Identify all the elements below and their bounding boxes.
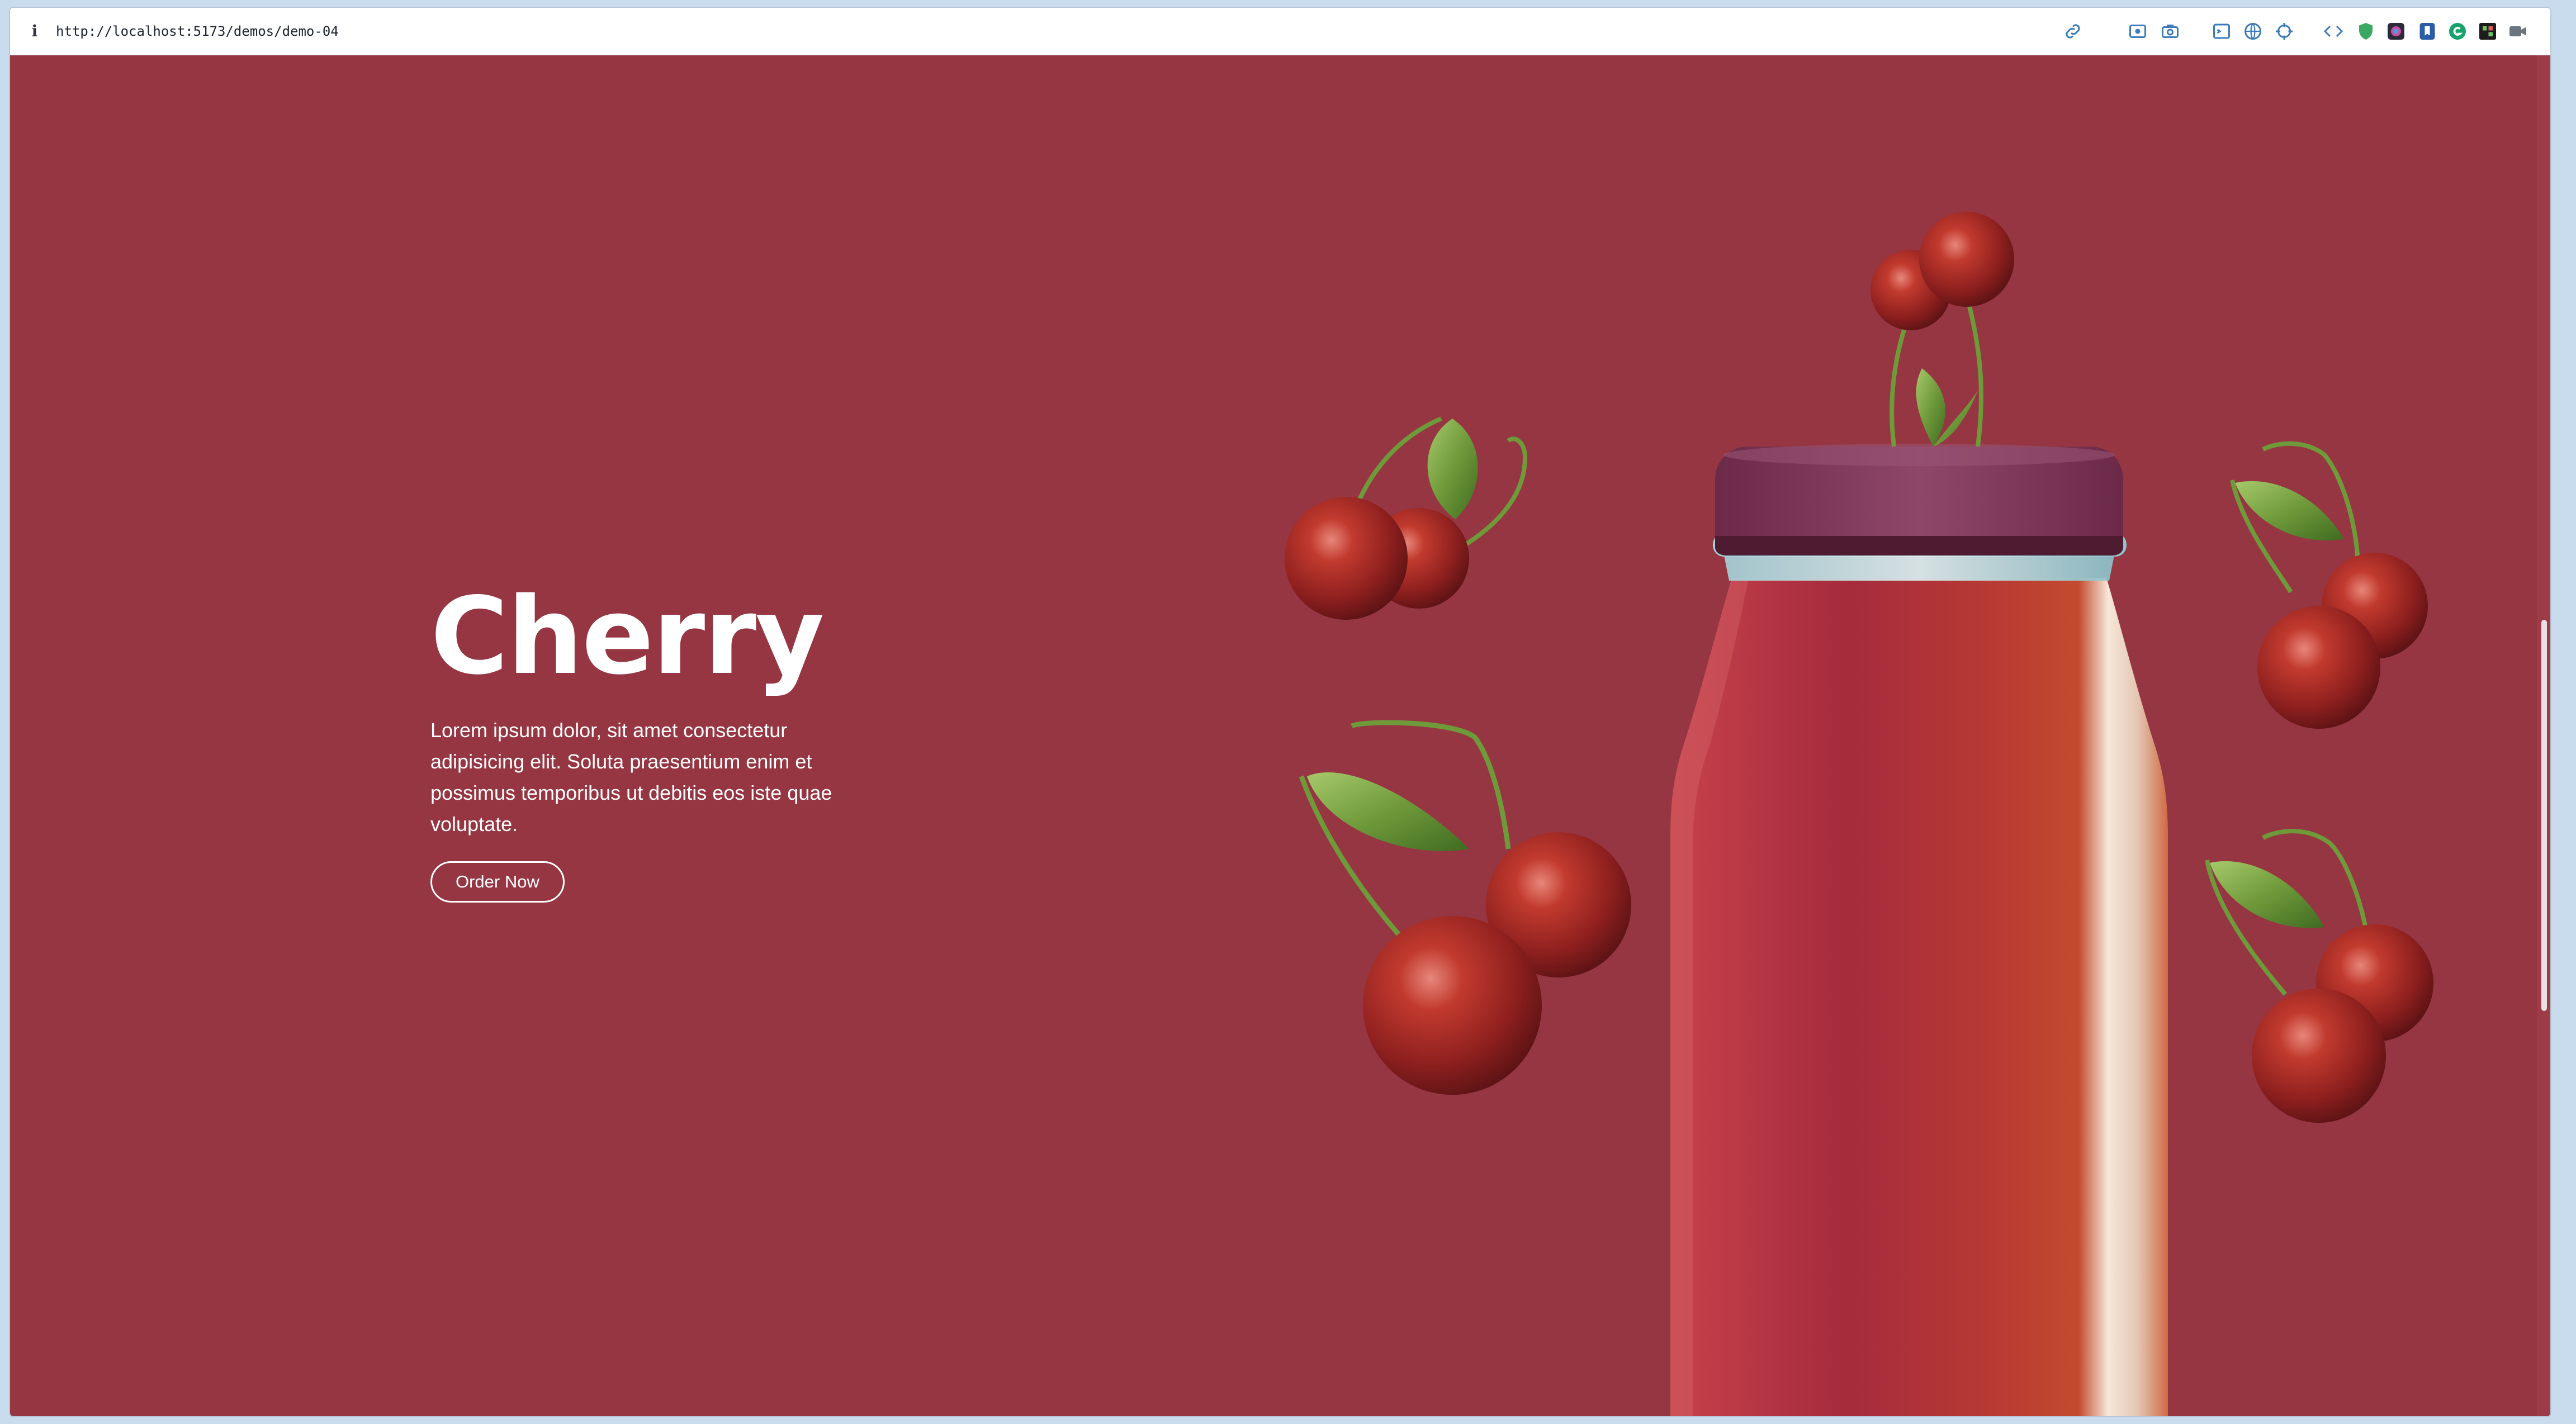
product-illustration xyxy=(1285,212,2433,1416)
color-icon[interactable] xyxy=(2386,21,2406,41)
info-icon[interactable]: i xyxy=(27,23,42,39)
puzzle-icon[interactable] xyxy=(2478,21,2498,41)
terminal-icon[interactable] xyxy=(2212,21,2232,41)
shield-icon[interactable] xyxy=(2356,21,2376,41)
order-now-button[interactable]: Order Now xyxy=(430,861,565,903)
camera-icon[interactable] xyxy=(2160,21,2180,41)
video-icon[interactable] xyxy=(2508,21,2528,41)
screen-capture-icon[interactable] xyxy=(2128,21,2148,41)
browser-toolbar: i http://localhost:5173/demos/demo-04 xyxy=(10,8,2550,55)
hero-section: Cherry Lorem ipsum dolor, sit amet conse… xyxy=(430,581,934,903)
scrollbar-thumb[interactable] xyxy=(2541,620,2547,1011)
cherries-left-top xyxy=(1285,416,1528,620)
cherries-right-top xyxy=(2230,441,2428,729)
juice-bottle xyxy=(1670,444,2168,1416)
cherries-right-bottom xyxy=(2205,829,2433,1123)
page-scrollbar[interactable] xyxy=(2537,55,2550,1416)
cherries-top xyxy=(1871,212,2014,447)
link-icon[interactable] xyxy=(2063,21,2083,41)
bookmark-icon[interactable] xyxy=(2417,21,2437,41)
grammar-icon[interactable] xyxy=(2447,21,2468,41)
cherries-left-bottom xyxy=(1299,720,1631,1095)
address-bar[interactable]: http://localhost:5173/demos/demo-04 xyxy=(56,22,339,40)
devtools-icon[interactable] xyxy=(2323,21,2343,41)
globe-icon[interactable] xyxy=(2243,21,2263,41)
crosshair-icon[interactable] xyxy=(2274,21,2294,41)
browser-window: i http://localhost:5173/demos/demo-04 Ch… xyxy=(10,8,2550,1416)
hero-page: Cherry Lorem ipsum dolor, sit amet conse… xyxy=(10,55,2550,1416)
product-description: Lorem ipsum dolor, sit amet consectetur … xyxy=(430,719,832,836)
product-title: Cherry xyxy=(430,575,825,698)
